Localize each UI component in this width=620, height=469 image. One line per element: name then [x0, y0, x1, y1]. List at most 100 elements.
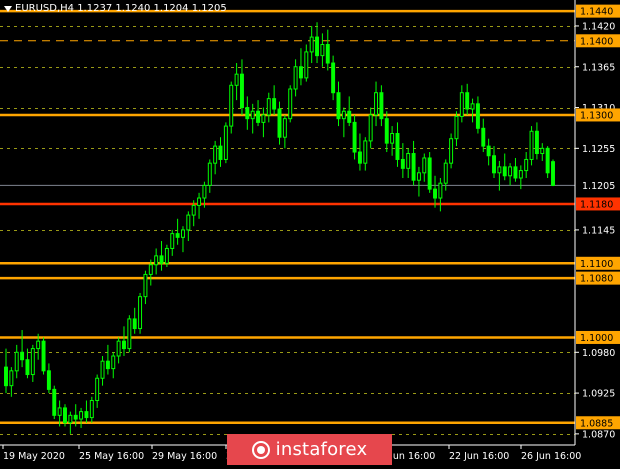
candle-body: [459, 92, 464, 117]
candle-body: [170, 233, 175, 249]
candle-body: [298, 66, 303, 79]
y-tick-label: 1.0925: [582, 389, 615, 400]
candle-body: [52, 388, 57, 416]
candle-body: [481, 127, 486, 147]
candle-body: [384, 118, 389, 144]
candle-body: [475, 103, 480, 129]
candle-body: [213, 145, 218, 164]
level-price-label: 1.1180: [580, 199, 613, 210]
level-price-label: 1.1440: [580, 7, 613, 18]
candle-body: [551, 161, 555, 186]
candle-body: [304, 51, 309, 79]
candle-body: [138, 296, 143, 330]
candle: [551, 159, 555, 187]
y-tick-label: 1.1255: [582, 144, 615, 155]
candle-body: [100, 360, 105, 379]
x-tick-label: 19 May 2020: [3, 451, 65, 462]
candle-body: [277, 108, 282, 138]
candle-body: [25, 359, 30, 376]
x-tick-label: 25 May 16:00: [79, 451, 144, 462]
chart-canvas[interactable]: 1.14201.13651.13101.12551.11451.09801.09…: [0, 0, 620, 465]
candle-body: [325, 44, 330, 64]
candle-body: [502, 166, 507, 177]
candle-body: [46, 370, 51, 390]
candle-body: [36, 340, 41, 350]
level-price-label: 1.1100: [580, 259, 613, 270]
candle-body: [127, 318, 132, 350]
candle-body: [95, 377, 100, 401]
candle-body: [454, 115, 459, 140]
y-tick-label: 1.1420: [582, 21, 615, 32]
candle-body: [486, 145, 491, 157]
watermark: instaforex: [227, 434, 392, 465]
candle-body: [197, 197, 202, 206]
candle-body: [20, 351, 25, 361]
candle: [545, 146, 550, 178]
candle-body: [545, 147, 550, 174]
candle: [229, 81, 234, 134]
candle-body: [309, 36, 314, 53]
candle-body: [422, 157, 427, 174]
candle-body: [9, 370, 14, 387]
candle-body: [438, 182, 443, 199]
price-chart[interactable]: 1.14201.13651.13101.12551.11451.09801.09…: [0, 0, 620, 465]
candle-body: [143, 273, 148, 298]
triangle-down-icon[interactable]: [4, 5, 12, 12]
candle-body: [272, 98, 277, 110]
candle-body: [234, 73, 239, 86]
candle-body: [341, 110, 346, 120]
level-price-label: 1.1000: [580, 333, 613, 344]
candle: [223, 122, 228, 164]
candle-body: [180, 229, 185, 238]
candle-body: [390, 133, 395, 144]
candle-body: [175, 233, 180, 238]
y-tick-label: 1.0870: [582, 429, 615, 440]
candle-body: [492, 155, 496, 174]
candle-body: [218, 145, 223, 160]
y-tick-label: 1.1145: [582, 225, 615, 236]
candle-body: [433, 188, 437, 199]
candle-body: [406, 153, 411, 169]
candle-body: [331, 62, 336, 94]
candle: [52, 385, 57, 420]
candle-body: [154, 255, 159, 266]
candle-body: [105, 360, 110, 370]
candle: [288, 85, 293, 123]
level-price-label: 1.1300: [580, 110, 613, 121]
candle-body: [79, 411, 84, 420]
level-price-label: 1.0885: [580, 418, 613, 429]
candle: [41, 337, 46, 375]
candle-body: [159, 255, 164, 264]
level-price-label: 1.1400: [580, 36, 613, 47]
candle-body: [368, 114, 373, 142]
y-tick-label: 1.0980: [582, 348, 615, 359]
candle-body: [540, 147, 545, 155]
candle-body: [63, 407, 67, 424]
candle-body: [357, 151, 362, 164]
candle-body: [84, 411, 89, 419]
candle-body: [261, 114, 266, 123]
candle-body: [513, 166, 518, 179]
chart-header: EURUSD,H4 1.1237 1.1240 1.1204 1.1205: [4, 3, 227, 14]
x-tick-label: 26 Jun 16:00: [521, 451, 581, 462]
candle-body: [191, 204, 196, 216]
candle-body: [347, 110, 352, 123]
candle-body: [497, 166, 502, 174]
candle-body: [470, 103, 475, 110]
candle-body: [89, 400, 94, 419]
candle-body: [14, 351, 19, 372]
candle: [164, 244, 169, 267]
candle-body: [207, 162, 212, 186]
candle-body: [164, 247, 169, 264]
candle-body: [363, 140, 368, 164]
candle: [127, 315, 132, 353]
candle-body: [57, 407, 62, 416]
candle-body: [395, 133, 400, 160]
candle-body: [122, 340, 126, 350]
candle: [449, 133, 454, 169]
candle-body: [223, 125, 228, 160]
candle-body: [132, 318, 137, 330]
candle-body: [148, 264, 153, 275]
candle-body: [229, 84, 234, 127]
candle-body: [449, 138, 454, 164]
